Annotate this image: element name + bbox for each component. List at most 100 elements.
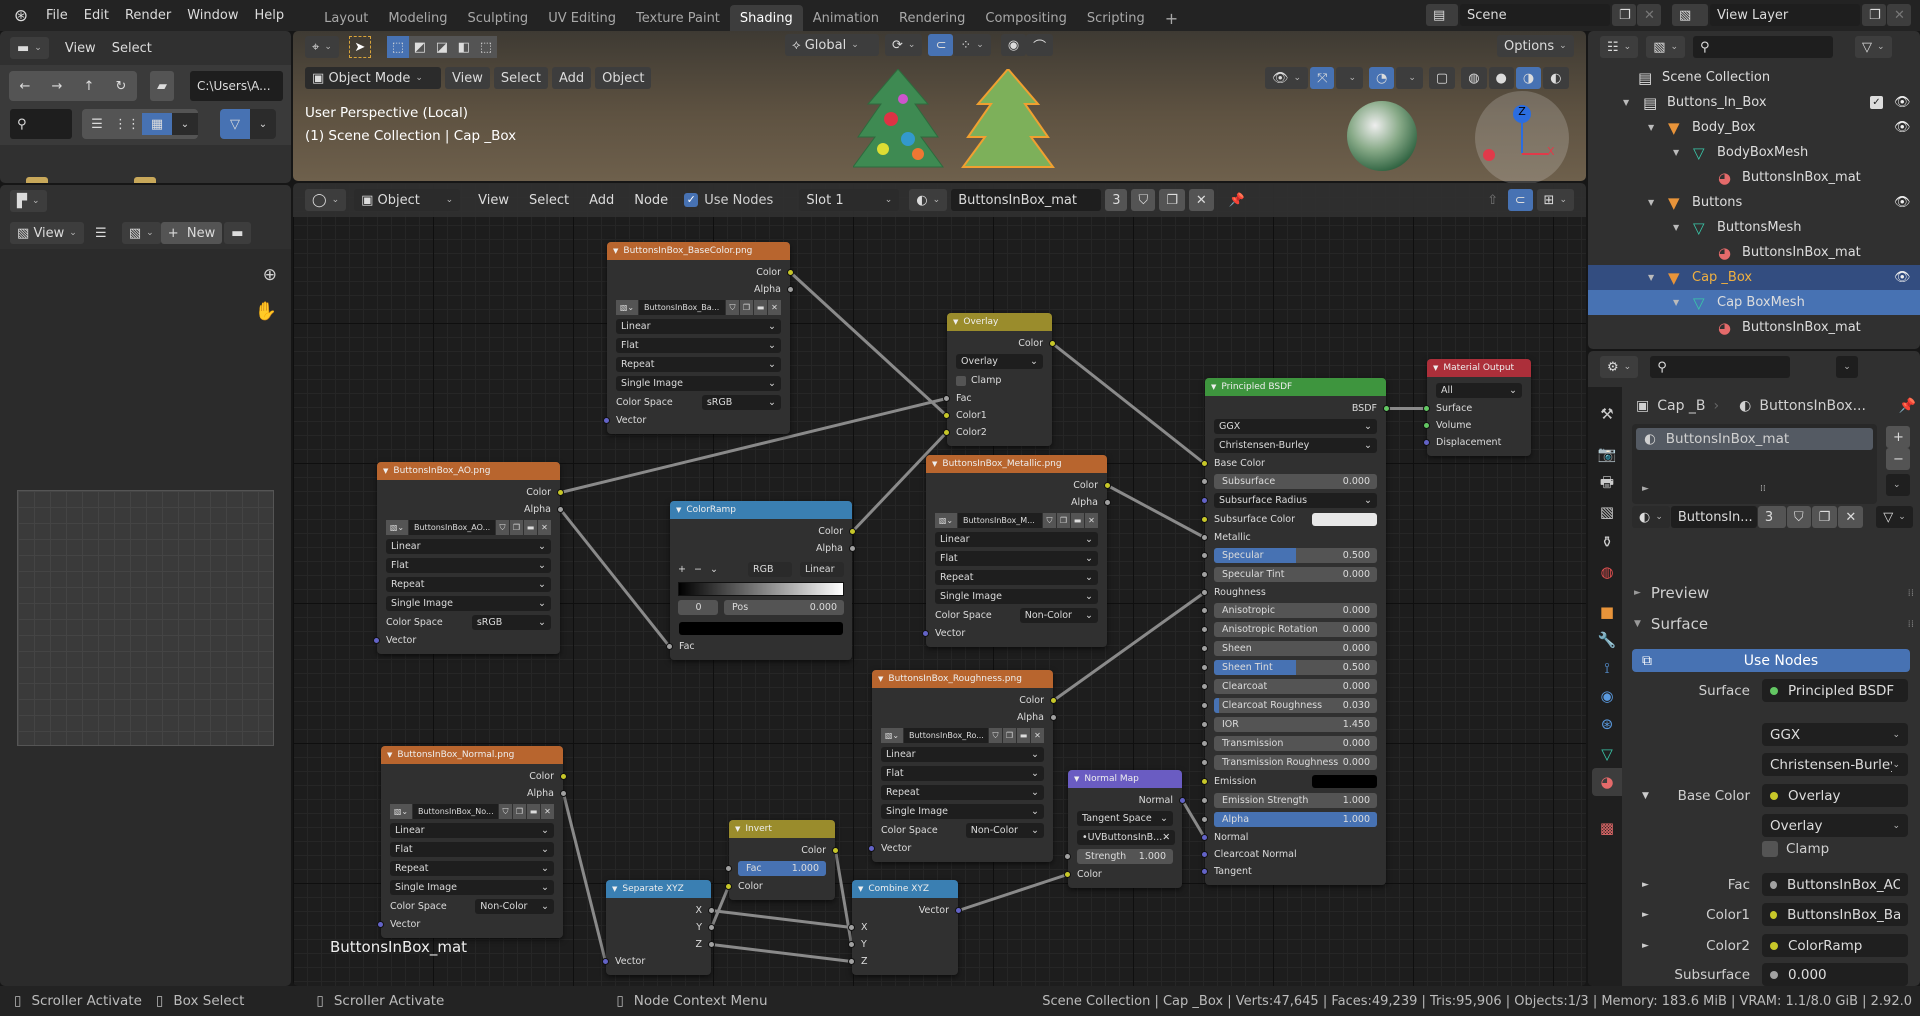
float-socket[interactable] bbox=[1201, 740, 1208, 747]
menu-help[interactable]: Help bbox=[247, 8, 293, 23]
parent-node-tree-icon[interactable]: ⇧ bbox=[1482, 189, 1504, 211]
node-dropdown[interactable]: Christensen-Burley ⌄ bbox=[1214, 438, 1377, 453]
image-name-field[interactable]: ButtonsInBox_M... bbox=[958, 513, 1042, 528]
tab-compositing[interactable]: Compositing bbox=[975, 5, 1077, 31]
float-socket[interactable] bbox=[1201, 683, 1208, 690]
add-slot-button[interactable]: + bbox=[1886, 426, 1910, 448]
node-header[interactable]: ▼ Normal Map bbox=[1068, 770, 1182, 788]
thumbnails-icon[interactable]: ▦ bbox=[142, 113, 172, 135]
vector-socket[interactable] bbox=[377, 921, 384, 928]
properties-editor-type-icon[interactable]: ⚙ ⌄ bbox=[1600, 356, 1639, 378]
node-header[interactable]: ▼ ColorRamp bbox=[670, 501, 852, 519]
gizmo-neg-x-axis[interactable] bbox=[1483, 149, 1495, 161]
float-socket[interactable] bbox=[1201, 664, 1208, 671]
scene-icon[interactable]: ⚱ bbox=[1592, 528, 1622, 556]
linked-input-field[interactable]: ButtonsInBox_Ba... bbox=[1762, 903, 1908, 926]
float-socket[interactable] bbox=[560, 790, 567, 797]
node-dropdown[interactable]: Linear ⌄ bbox=[386, 539, 551, 554]
node-out[interactable]: ▼ Material Output All ⌄ Surface Volume Displac… bbox=[1423, 359, 1531, 456]
visibility-eye-icon[interactable]: 👁 bbox=[1894, 195, 1911, 210]
material-slot-item[interactable]: ◐ ButtonsInBox_mat bbox=[1636, 428, 1873, 450]
node-dropdown[interactable]: Single Image ⌄ bbox=[881, 804, 1044, 819]
tree-cap-box-object[interactable] bbox=[961, 69, 1055, 168]
color-socket[interactable] bbox=[943, 429, 950, 436]
expand-triangle-icon[interactable]: ► bbox=[1642, 910, 1649, 920]
wireframe-shading-icon[interactable]: ◍ bbox=[1461, 67, 1487, 89]
node-dropdown[interactable]: Tangent Space ⌄ bbox=[1077, 811, 1173, 826]
tab-texture-paint[interactable]: Texture Paint bbox=[626, 5, 730, 31]
color-space-dropdown[interactable]: Non-Color ⌄ bbox=[1019, 608, 1098, 623]
float-socket[interactable] bbox=[725, 865, 732, 872]
material-preview-icon[interactable]: ◑ bbox=[1515, 67, 1542, 89]
world-icon[interactable]: ◍ bbox=[1592, 558, 1622, 586]
interpolation-dropdown[interactable]: Linear bbox=[800, 561, 844, 577]
node-value-slider[interactable]: Alpha 1.000 bbox=[1214, 812, 1377, 827]
color-socket[interactable] bbox=[1064, 871, 1071, 878]
node-value-slider[interactable]: Sheen Tint 0.500 bbox=[1214, 660, 1377, 675]
expand-triangle-icon[interactable]: ▼ bbox=[1673, 223, 1679, 232]
open-image-folder-icon[interactable]: ▬ bbox=[1071, 513, 1084, 528]
outliner-search-input[interactable]: ⚲ bbox=[1693, 36, 1834, 58]
node-header[interactable]: ▼ Invert bbox=[729, 820, 835, 838]
node-value-slider[interactable]: Specular Tint 0.000 bbox=[1214, 567, 1377, 582]
image-browse-icon[interactable]: ▧⌄ bbox=[390, 804, 412, 819]
color-socket[interactable] bbox=[832, 847, 839, 854]
remove-stop-icon[interactable]: − bbox=[694, 564, 702, 575]
menu-view[interactable]: View bbox=[470, 193, 517, 208]
float-socket[interactable] bbox=[1201, 797, 1208, 804]
ramp-menu-chevron-icon[interactable]: ⌄ bbox=[710, 564, 718, 575]
image-browse-icon[interactable]: ▧⌄ bbox=[386, 520, 408, 535]
shader-socket[interactable] bbox=[1423, 405, 1430, 412]
node-value-slider[interactable]: Specular 0.500 bbox=[1214, 548, 1377, 563]
select-intersect-icon[interactable]: ⬚ bbox=[474, 36, 497, 58]
node-nmap[interactable]: ▼ Normal Map Normal Tangent Space ⌄ • UVButton… bbox=[1064, 770, 1186, 888]
vector-socket[interactable] bbox=[868, 845, 875, 852]
color-socket[interactable] bbox=[557, 489, 564, 496]
outliner-item[interactable]: ▼ ▽ BodyBoxMesh bbox=[1588, 140, 1920, 165]
color-socket[interactable] bbox=[1201, 460, 1208, 467]
material-users-count[interactable]: 3 bbox=[1757, 506, 1786, 528]
select-extend-icon[interactable]: ◩ bbox=[408, 36, 431, 58]
overlay-chevron-icon[interactable]: ⌄ bbox=[1396, 67, 1423, 89]
property-dropdown[interactable]: Christensen-Burley ⌄ bbox=[1762, 753, 1908, 776]
node-value-slider[interactable]: Emission Strength 1.000 bbox=[1214, 793, 1377, 808]
collapse-triangle-icon[interactable]: ▼ bbox=[612, 885, 617, 893]
open-image-folder-icon[interactable]: ▬ bbox=[527, 804, 540, 819]
float-socket[interactable] bbox=[708, 941, 715, 948]
color-socket[interactable] bbox=[1050, 697, 1057, 704]
drag-grip-icon[interactable]: ⁞⁞ bbox=[1908, 588, 1914, 599]
stop-position-field[interactable]: Pos 0.000 bbox=[724, 600, 844, 615]
blender-logo-icon[interactable]: ⊛ bbox=[10, 5, 32, 27]
node-value-slider[interactable]: Clearcoat Roughness 0.030 bbox=[1214, 698, 1377, 713]
outliner-item[interactable]: ▼ ▽ ButtonsMesh bbox=[1588, 215, 1920, 240]
node-dropdown[interactable]: Linear ⌄ bbox=[935, 532, 1098, 547]
parent-dir-icon[interactable]: ↑ bbox=[73, 75, 105, 97]
property-dropdown[interactable]: GGX ⌄ bbox=[1762, 723, 1908, 746]
color-socket[interactable] bbox=[1201, 778, 1208, 785]
collapse-triangle-icon[interactable]: ▼ bbox=[383, 467, 388, 475]
snap-target-icon[interactable]: ⁘ ⌄ bbox=[953, 34, 991, 56]
duplicate-image-icon[interactable]: ❐ bbox=[740, 300, 753, 315]
constraints-icon[interactable]: ⊛ bbox=[1592, 710, 1622, 738]
open-image-folder-icon[interactable]: ▬ bbox=[524, 520, 537, 535]
float-socket[interactable] bbox=[1201, 571, 1208, 578]
use-nodes-button[interactable]: ⧉ Use Nodes bbox=[1632, 649, 1910, 672]
visibility-eye-icon[interactable]: 👁 ⌄ bbox=[1265, 67, 1309, 89]
collapse-triangle-icon[interactable]: ▼ bbox=[953, 318, 958, 326]
tab-shading[interactable]: Shading bbox=[729, 5, 803, 31]
float-socket[interactable] bbox=[1201, 534, 1208, 541]
node-metallic[interactable]: ▼ ButtonsInBox_Metallic.png Color Alpha ▧⌄ Bu… bbox=[922, 455, 1111, 647]
overlay-toggle-icon[interactable]: ◔ bbox=[1369, 67, 1395, 89]
vector-socket[interactable] bbox=[603, 417, 610, 424]
linked-input-field[interactable]: Overlay bbox=[1762, 784, 1908, 807]
tab-uv-editing[interactable]: UV Editing bbox=[538, 5, 626, 31]
float-socket[interactable] bbox=[1201, 759, 1208, 766]
color-space-dropdown[interactable]: Non-Color ⌄ bbox=[475, 899, 554, 914]
menu-view[interactable]: View bbox=[57, 41, 104, 56]
visibility-eye-icon[interactable]: 👁 bbox=[1894, 270, 1911, 285]
open-image-folder-icon[interactable]: ▬ bbox=[1017, 728, 1030, 743]
gizmo-z-axis[interactable]: Z bbox=[1513, 105, 1531, 123]
material-browse-icon[interactable]: ◐ ⌄ bbox=[909, 189, 948, 211]
float-socket[interactable] bbox=[1201, 607, 1208, 614]
outliner-item[interactable]: ▼ ▤ Buttons_In_Box ✓ 👁 bbox=[1588, 90, 1920, 115]
